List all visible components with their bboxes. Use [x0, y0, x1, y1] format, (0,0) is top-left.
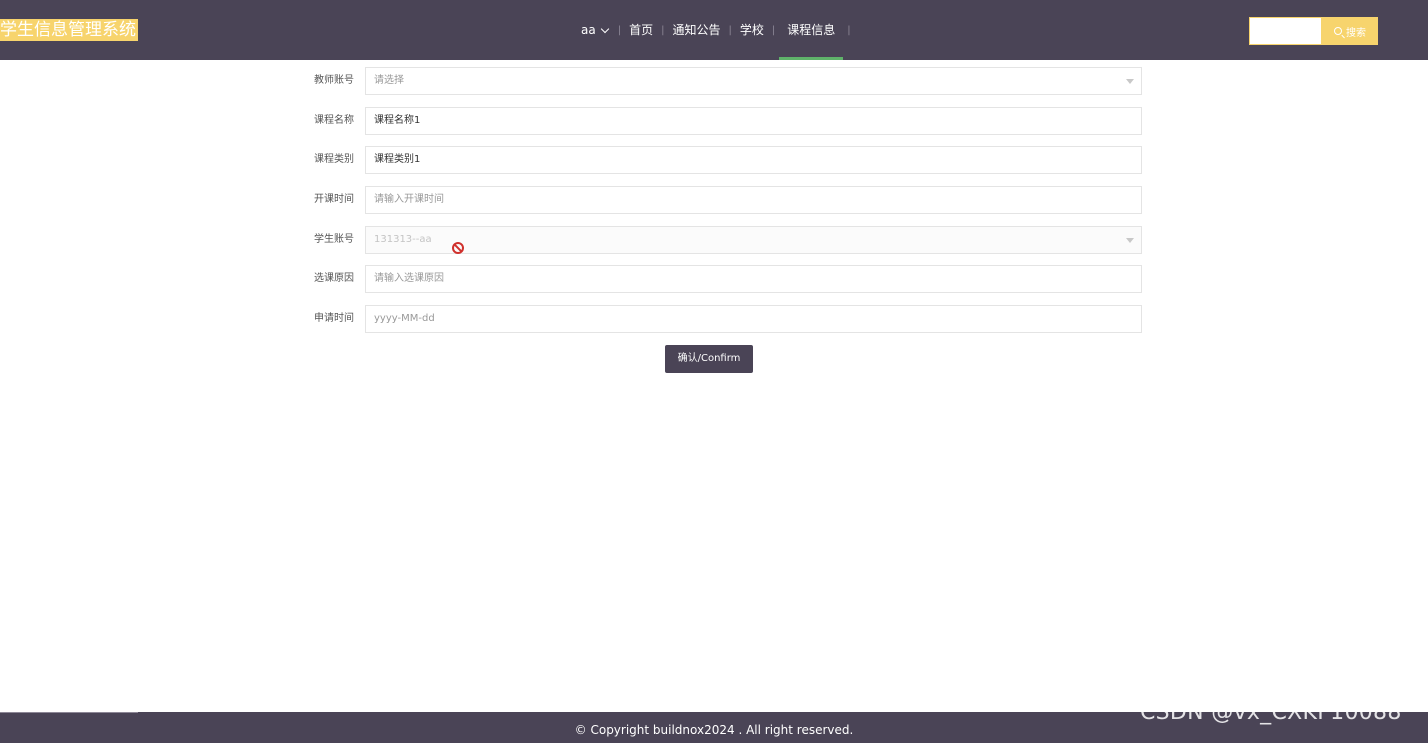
- form-row-teacher-account: 教师账号 请选择: [300, 67, 1142, 95]
- field-label: 学生账号: [314, 234, 354, 245]
- site-logo[interactable]: 学生信息管理系统: [0, 19, 138, 41]
- search-icon: [1334, 27, 1342, 35]
- caret-down-icon: [1126, 238, 1134, 243]
- nav-divider: |: [661, 24, 665, 36]
- form-row-apply-time: 申请时间 yyyy-MM-dd: [300, 305, 1142, 333]
- student-account-select[interactable]: 131313--aa: [365, 226, 1142, 254]
- teacher-account-select[interactable]: 请选择: [365, 67, 1142, 95]
- field-label: 课程名称: [314, 115, 354, 126]
- select-value: 131313--aa: [374, 234, 432, 245]
- nav-item-home[interactable]: 首页: [625, 0, 657, 60]
- field-label: 选课原因: [314, 273, 354, 284]
- start-time-input[interactable]: 请输入开课时间: [365, 186, 1142, 214]
- form-row-reason: 选课原因 请输入选课原因: [300, 265, 1142, 293]
- field-label: 教师账号: [314, 75, 354, 86]
- search-button[interactable]: 搜索: [1322, 17, 1378, 45]
- form-row-start-time: 开课时间 请输入开课时间: [300, 186, 1142, 214]
- select-value: 请选择: [374, 75, 404, 86]
- user-menu[interactable]: aa: [575, 23, 614, 37]
- field-label: 课程类别: [314, 154, 354, 165]
- form-row-student-account: 学生账号 131313--aa: [300, 226, 1142, 254]
- nav-divider: |: [728, 24, 732, 36]
- chevron-down-icon: [600, 24, 609, 33]
- reason-input[interactable]: 请输入选课原因: [365, 265, 1142, 293]
- main-nav: aa | 首页 | 通知公告 | 学校 | 课程信息 |: [575, 0, 855, 60]
- form-row-course-name: 课程名称 课程名称1: [300, 107, 1142, 135]
- search-button-label: 搜索: [1346, 27, 1366, 39]
- watermark: CSDN @vx_CXKF10088: [1140, 700, 1402, 725]
- apply-time-input[interactable]: yyyy-MM-dd: [365, 305, 1142, 333]
- nav-divider: |: [847, 24, 851, 36]
- course-name-input[interactable]: 课程名称1: [365, 107, 1142, 135]
- nav-item-course-info[interactable]: 课程信息: [779, 0, 844, 60]
- form-row-course-category: 课程类别 课程类别1: [300, 146, 1142, 174]
- field-label: 申请时间: [314, 313, 354, 324]
- search-input[interactable]: [1249, 17, 1322, 45]
- username: aa: [581, 23, 596, 37]
- nav-divider: |: [617, 24, 622, 36]
- page: 学生信息管理系统 aa | 首页 | 通知公告 | 学校 | 课程信息 | 搜索…: [0, 0, 1428, 743]
- top-navbar: 学生信息管理系统 aa | 首页 | 通知公告 | 学校 | 课程信息 | 搜索: [0, 0, 1428, 60]
- nav-item-notices[interactable]: 通知公告: [668, 0, 724, 60]
- nav-item-school[interactable]: 学校: [736, 0, 768, 60]
- field-label: 开课时间: [314, 194, 354, 205]
- caret-down-icon: [1126, 79, 1134, 84]
- confirm-button[interactable]: 确认/Confirm: [665, 345, 753, 373]
- not-allowed-cursor-icon: [452, 242, 464, 254]
- course-category-input[interactable]: 课程类别1: [365, 146, 1142, 174]
- nav-divider: |: [771, 24, 776, 36]
